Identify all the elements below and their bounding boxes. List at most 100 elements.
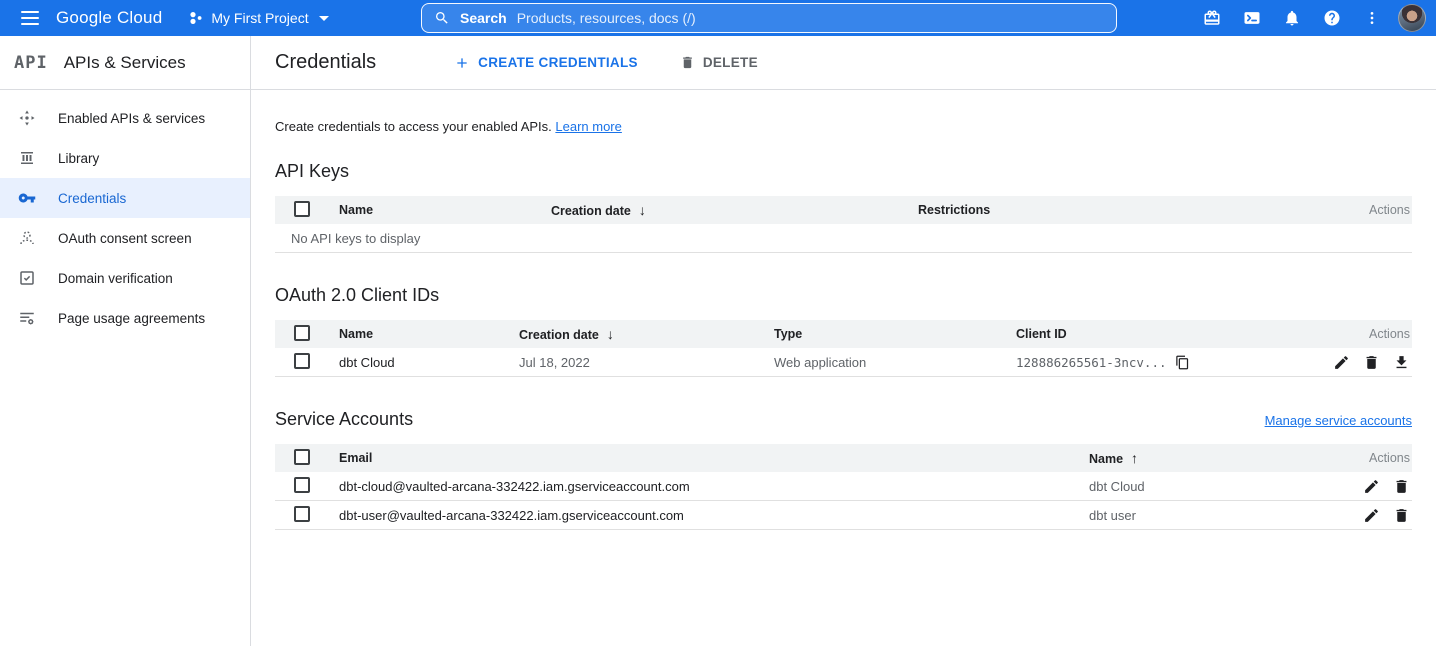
main-panel: Credentials CREATE CREDENTIALS DELETE Cr… <box>251 36 1436 646</box>
column-header-actions: Actions <box>1342 451 1412 465</box>
sidebar-title: APIs & Services <box>64 53 186 73</box>
oauth-clients-heading: OAuth 2.0 Client IDs <box>275 285 1412 306</box>
edit-pencil-icon[interactable] <box>1363 478 1380 495</box>
row-checkbox[interactable] <box>294 353 310 369</box>
column-header-email[interactable]: Email <box>339 451 1089 465</box>
service-accounts-heading: Service Accounts <box>275 409 413 430</box>
column-header-client-id[interactable]: Client ID <box>1016 327 1302 341</box>
oauth-clients-table: Name Creation date↓ Type Client ID Actio… <box>275 320 1412 377</box>
select-all-checkbox[interactable] <box>294 201 310 217</box>
delete-button[interactable]: DELETE <box>670 49 768 76</box>
api-keys-heading: API Keys <box>275 161 1412 182</box>
download-icon[interactable] <box>1393 354 1410 371</box>
sidebar-item-oauth-consent[interactable]: OAuth consent screen <box>0 218 250 258</box>
column-header-name[interactable]: Name↑ <box>1089 450 1342 466</box>
row-checkbox[interactable] <box>294 477 310 493</box>
sort-desc-icon: ↓ <box>607 326 614 342</box>
service-accounts-table: Email Name↑ Actions dbt-cloud@vaulted-ar… <box>275 444 1412 530</box>
api-keys-table-header: Name Creation date↓ Restrictions Actions <box>275 196 1412 224</box>
select-all-checkbox[interactable] <box>294 449 310 465</box>
oauth-client-id: 128886265561-3ncv... <box>1016 355 1302 370</box>
sidebar-item-label: Enabled APIs & services <box>58 111 205 126</box>
intro-text: Create credentials to access your enable… <box>275 119 1412 134</box>
sidebar-item-label: Library <box>58 151 99 166</box>
more-vert-icon[interactable] <box>1352 0 1392 36</box>
api-keys-table: Name Creation date↓ Restrictions Actions… <box>275 196 1412 253</box>
search-placeholder: Products, resources, docs (/) <box>517 10 696 26</box>
project-selector[interactable]: My First Project <box>188 10 328 26</box>
sort-desc-icon: ↓ <box>639 202 646 218</box>
page-title: Credentials <box>275 51 376 74</box>
consent-screen-icon <box>18 229 36 247</box>
manage-service-accounts-link[interactable]: Manage service accounts <box>1265 413 1412 428</box>
sidebar: API APIs & Services Enabled APIs & servi… <box>0 36 251 646</box>
column-header-restrictions[interactable]: Restrictions <box>918 203 1342 217</box>
column-header-creation-date[interactable]: Creation date↓ <box>551 202 918 218</box>
project-icon <box>188 10 204 26</box>
table-row: dbt-cloud@vaulted-arcana-332422.iam.gser… <box>275 472 1412 501</box>
sidebar-item-domain-verification[interactable]: Domain verification <box>0 258 250 298</box>
search-icon <box>434 10 450 26</box>
column-header-creation-date[interactable]: Creation date↓ <box>519 326 774 342</box>
edit-pencil-icon[interactable] <box>1363 507 1380 524</box>
row-checkbox[interactable] <box>294 506 310 522</box>
sidebar-item-page-usage[interactable]: Page usage agreements <box>0 298 250 338</box>
sort-asc-icon: ↑ <box>1131 450 1138 466</box>
free-trial-gift-icon[interactable] <box>1192 0 1232 36</box>
trash-icon[interactable] <box>1393 478 1410 495</box>
user-avatar[interactable] <box>1398 4 1426 32</box>
sidebar-item-credentials[interactable]: Credentials <box>0 178 250 218</box>
sidebar-item-enabled-apis[interactable]: Enabled APIs & services <box>0 98 250 138</box>
key-icon <box>18 189 36 207</box>
edit-pencil-icon[interactable] <box>1333 354 1350 371</box>
table-row: dbt Cloud Jul 18, 2022 Web application 1… <box>275 348 1412 377</box>
oauth-table-header: Name Creation date↓ Type Client ID Actio… <box>275 320 1412 348</box>
sidebar-item-label: Page usage agreements <box>58 311 205 326</box>
service-account-email: dbt-user@vaulted-arcana-332422.iam.gserv… <box>339 508 1089 523</box>
search-input[interactable]: Search Products, resources, docs (/) <box>421 3 1117 33</box>
help-icon[interactable] <box>1312 0 1352 36</box>
top-bar: Google Cloud My First Project Search Pro… <box>0 0 1436 36</box>
create-credentials-button[interactable]: CREATE CREDENTIALS <box>444 49 648 77</box>
column-header-name[interactable]: Name <box>339 327 519 341</box>
sidebar-item-label: OAuth consent screen <box>58 231 192 246</box>
table-row: dbt-user@vaulted-arcana-332422.iam.gserv… <box>275 501 1412 530</box>
service-account-email: dbt-cloud@vaulted-arcana-332422.iam.gser… <box>339 479 1089 494</box>
api-product-icon: API <box>14 53 48 73</box>
oauth-client-name: dbt Cloud <box>339 355 519 370</box>
domain-verification-icon <box>18 269 36 287</box>
google-cloud-logo[interactable]: Google Cloud <box>56 8 162 28</box>
usage-agreements-icon <box>18 309 36 327</box>
sidebar-header: API APIs & Services <box>0 36 250 90</box>
trash-icon[interactable] <box>1363 354 1380 371</box>
chevron-down-icon <box>319 16 329 21</box>
sidebar-item-library[interactable]: Library <box>0 138 250 178</box>
trash-icon[interactable] <box>1393 507 1410 524</box>
service-account-name: dbt Cloud <box>1089 479 1342 494</box>
column-header-type[interactable]: Type <box>774 327 1016 341</box>
column-header-name[interactable]: Name <box>339 203 551 217</box>
service-accounts-table-header: Email Name↑ Actions <box>275 444 1412 472</box>
copy-icon[interactable] <box>1175 355 1190 370</box>
column-header-actions: Actions <box>1342 203 1412 217</box>
trash-icon <box>680 55 695 70</box>
learn-more-link[interactable]: Learn more <box>555 119 621 134</box>
column-header-actions: Actions <box>1302 327 1412 341</box>
oauth-client-type: Web application <box>774 355 1016 370</box>
search-label: Search <box>460 10 507 26</box>
service-account-name: dbt user <box>1089 508 1342 523</box>
api-keys-empty-message: No API keys to display <box>275 224 1412 253</box>
page-header: Credentials CREATE CREDENTIALS DELETE <box>251 36 1436 90</box>
sidebar-item-label: Credentials <box>58 191 126 206</box>
menu-icon[interactable] <box>12 3 48 33</box>
oauth-client-creation-date: Jul 18, 2022 <box>519 355 774 370</box>
library-icon <box>18 149 36 167</box>
notifications-icon[interactable] <box>1272 0 1312 36</box>
project-name: My First Project <box>211 10 308 26</box>
cloud-shell-icon[interactable] <box>1232 0 1272 36</box>
sidebar-nav: Enabled APIs & services Library Credenti… <box>0 90 250 338</box>
select-all-checkbox[interactable] <box>294 325 310 341</box>
enabled-apis-icon <box>18 109 36 127</box>
plus-icon <box>454 55 470 71</box>
sidebar-item-label: Domain verification <box>58 271 173 286</box>
